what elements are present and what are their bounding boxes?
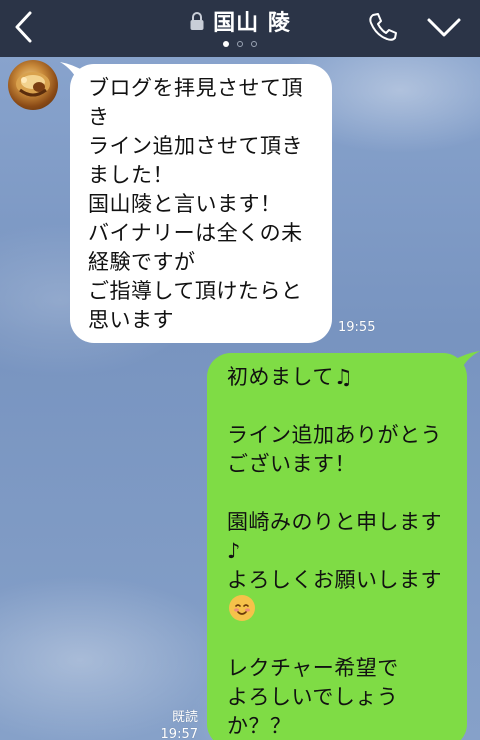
message-line: レクチャー希望で	[227, 656, 399, 680]
chat-screen: 国山 陵 ブログを拝見させて頂きライン追加させて頂き ました！ 国山陵と言います！ バ…	[0, 0, 480, 740]
message-line	[227, 392, 453, 421]
message-line: 園崎みのりと申します	[227, 510, 442, 534]
avatar-image	[16, 72, 50, 97]
message-line: ライン追加ありがとう	[227, 423, 442, 447]
page-indicator	[220, 41, 260, 49]
message-line: ご指導して頂けたらと	[88, 279, 303, 303]
message-line: よろしいでしょう	[227, 685, 399, 709]
message-line: ♪	[227, 539, 241, 563]
chevron-left-icon	[15, 11, 32, 43]
back-button[interactable]	[8, 8, 44, 44]
incoming-timestamp: 19:55	[338, 320, 376, 335]
phone-icon	[369, 13, 397, 41]
smiling-face-icon	[229, 595, 255, 621]
message-line: 国山陵と言います！	[88, 192, 282, 216]
page-dot	[237, 41, 243, 47]
lock-icon	[190, 12, 204, 30]
message-line: バイナリーは全くの未	[88, 221, 303, 245]
incoming-message-bubble[interactable]: ブログを拝見させて頂きライン追加させて頂き ました！ 国山陵と言います！ バイナリーは…	[70, 64, 332, 343]
message-line: よろしくお願いします	[227, 568, 442, 592]
read-receipt: 既読	[171, 710, 198, 725]
call-button[interactable]	[364, 8, 402, 46]
message-line: き	[88, 105, 110, 129]
chat-header: 国山 陵	[0, 0, 480, 57]
outgoing-message-bubble[interactable]: 初めまして♫ ライン追加ありがとう ございます！ 園崎みのりと申します ♪ よろしくお願い…	[207, 353, 467, 740]
emoji-line	[227, 595, 453, 625]
outgoing-timestamp: 19:57	[160, 727, 198, 740]
message-line: 経験ですが	[88, 250, 196, 274]
message-line: 初めまして♫	[227, 365, 354, 389]
message-line: 思います	[88, 308, 174, 332]
message-line	[227, 625, 453, 654]
chevron-down-icon	[427, 18, 461, 37]
page-dot	[223, 41, 229, 47]
chat-title-area[interactable]: 国山 陵	[140, 6, 340, 36]
message-line: ました！	[88, 163, 174, 187]
message-line: ライン追加させて頂き	[88, 134, 303, 158]
message-line: か？？	[227, 714, 292, 738]
message-line	[227, 479, 453, 508]
page-dot	[251, 41, 257, 47]
avatar[interactable]	[8, 60, 58, 110]
chat-title: 国山 陵	[213, 11, 291, 36]
menu-button[interactable]	[424, 12, 464, 42]
message-line: ございます！	[227, 452, 356, 476]
message-line: ブログを拝見させて頂	[88, 76, 303, 100]
